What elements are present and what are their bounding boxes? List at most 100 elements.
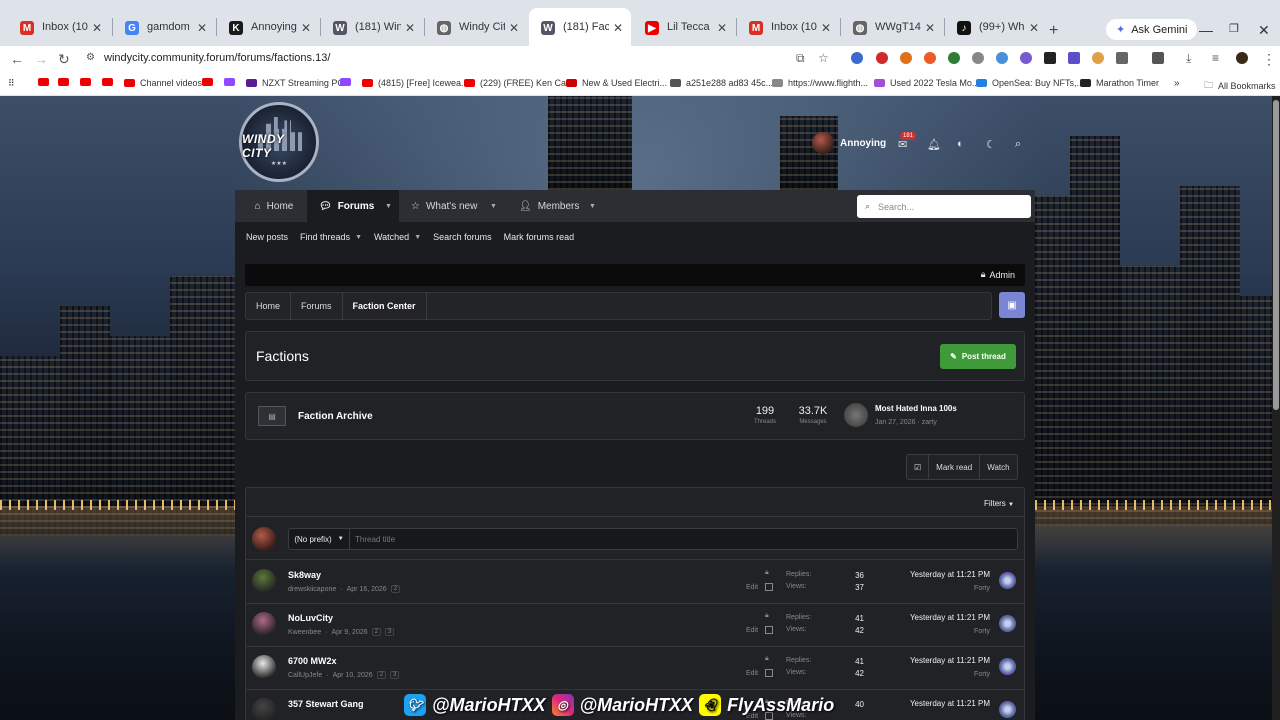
install-icon[interactable]: ⧉ xyxy=(796,51,805,66)
bookmark-item[interactable]: https://www.flighth... xyxy=(772,78,868,88)
browser-tab[interactable]: W (181) Windy Cit ✕ xyxy=(321,8,423,46)
thread-row[interactable]: 6700 MW2x CallUpJefe · Apr 10, 2026 2 3 🔒︎ Edit… xyxy=(246,647,1024,690)
bell-icon[interactable]: 🔔︎ xyxy=(927,138,941,151)
minimize-icon[interactable]: — xyxy=(1199,22,1213,38)
last-poster-avatar[interactable] xyxy=(999,615,1016,632)
whats-new-dropdown-icon[interactable]: ▼ xyxy=(490,190,497,222)
close-tab-icon[interactable]: ✕ xyxy=(197,21,207,35)
bookmark-item[interactable] xyxy=(340,78,351,86)
thread-author[interactable]: CallUpJefe xyxy=(288,672,322,679)
close-tab-icon[interactable]: ✕ xyxy=(92,21,102,35)
thread-author[interactable]: drewskiicapone xyxy=(288,586,336,593)
nav-home[interactable]: ⌂ Home xyxy=(243,190,305,222)
admin-link[interactable]: 🔒︎ Admin xyxy=(981,269,1015,280)
post-thread-button[interactable]: ✎ Post thread xyxy=(940,344,1016,369)
forward-icon[interactable]: → xyxy=(34,51,48,67)
edit-link[interactable]: Edit xyxy=(746,584,758,591)
browser-tab[interactable]: Ggamdom - Goo ✕ xyxy=(113,8,215,46)
last-poster-avatar[interactable] xyxy=(999,701,1016,718)
edit-link[interactable]: Edit xyxy=(746,670,758,677)
mark-read-button[interactable]: Mark read xyxy=(929,455,981,479)
thread-select-checkbox[interactable] xyxy=(765,583,773,591)
breadcrumb-faction-center[interactable]: Faction Center xyxy=(343,292,427,320)
profile-avatar[interactable] xyxy=(1236,52,1248,64)
thread-author-avatar[interactable] xyxy=(252,569,276,593)
subnav-find-threads[interactable]: Find threads ▼ xyxy=(300,232,362,242)
menu-icon[interactable]: ⋮ xyxy=(1262,51,1276,68)
close-window-icon[interactable]: ✕ xyxy=(1258,22,1270,39)
bookmark-item[interactable]: New & Used Electri... xyxy=(566,78,667,88)
site-info-icon[interactable]: ⚙ xyxy=(86,52,95,63)
extension-icon[interactable] xyxy=(876,52,888,64)
last-post-title[interactable]: Most Hated Inna 100s xyxy=(875,404,957,413)
bookmark-star-icon[interactable]: ☆ xyxy=(818,51,829,65)
page-link[interactable]: 2 xyxy=(371,628,381,636)
thread-title[interactable]: NoLuvCity xyxy=(288,613,333,623)
thread-select-checkbox[interactable] xyxy=(765,626,773,634)
browser-tab[interactable]: ◍ WWgT14w.web ✕ xyxy=(841,8,943,46)
all-bookmarks[interactable]: 🗀 All Bookmarks xyxy=(1204,78,1276,94)
close-tab-icon[interactable]: ✕ xyxy=(405,21,415,35)
extension-icon[interactable] xyxy=(1092,52,1104,64)
bookmark-item[interactable] xyxy=(202,78,213,86)
bookmark-item[interactable]: Used 2022 Tesla Mo... xyxy=(874,78,979,88)
last-post-author[interactable]: Forty xyxy=(974,585,990,592)
bookmark-item[interactable]: Channel videos xyxy=(124,78,202,88)
close-tab-icon[interactable]: ✕ xyxy=(717,21,727,35)
bookmark-item[interactable] xyxy=(102,78,113,86)
bookmark-item[interactable] xyxy=(224,78,235,86)
close-tab-icon[interactable]: ✕ xyxy=(613,21,623,35)
thread-author[interactable]: Kweenbee xyxy=(288,629,321,636)
ask-gemini-button[interactable]: ✦ Ask Gemini xyxy=(1106,19,1198,40)
browser-tab[interactable]: M Inbox (108,603) ✕ xyxy=(8,8,110,46)
moon-icon[interactable]: ☾ xyxy=(986,138,996,151)
download-icon[interactable]: ⤓ xyxy=(1186,51,1191,66)
more-bookmarks-icon[interactable]: » xyxy=(1174,78,1180,89)
last-post-date[interactable]: Yesterday at 11:21 PM xyxy=(910,570,990,579)
new-tab-button[interactable]: + xyxy=(1049,22,1058,40)
search-input[interactable]: ⌕ Search... xyxy=(857,195,1031,218)
close-tab-icon[interactable]: ✕ xyxy=(925,21,935,35)
browser-tab[interactable]: ♪ (99+) What buil ✕ xyxy=(945,8,1047,46)
last-poster-avatar[interactable] xyxy=(999,658,1016,675)
watch-button[interactable]: Watch xyxy=(980,455,1016,479)
last-poster-avatar[interactable] xyxy=(999,572,1016,589)
user-avatar[interactable] xyxy=(812,132,834,154)
thread-author-avatar[interactable] xyxy=(252,612,276,636)
extension-icon[interactable] xyxy=(1020,52,1032,64)
thread-title-input[interactable]: Thread title xyxy=(350,528,1018,550)
page-link[interactable]: 2 xyxy=(390,585,401,593)
prefix-select[interactable]: (No prefix) ▼ xyxy=(288,528,350,550)
bookmark-item[interactable]: a251e288 ad83 45c... xyxy=(670,78,773,88)
thread-title[interactable]: Sk8way xyxy=(288,570,321,580)
nav-members[interactable]: 👤︎ Members xyxy=(519,190,579,222)
chat-button[interactable]: ▣ xyxy=(999,292,1025,318)
close-tab-icon[interactable]: ✕ xyxy=(301,21,311,35)
browser-tab[interactable]: ▶ Lil Tecca - Ch ✕ xyxy=(633,8,735,46)
browser-tab[interactable]: M Inbox (108,603) ✕ xyxy=(737,8,839,46)
last-post-date[interactable]: Yesterday at 11:21 PM xyxy=(910,699,990,708)
subnav-search-forums[interactable]: Search forums xyxy=(433,232,492,242)
close-tab-icon[interactable]: ✕ xyxy=(1029,21,1039,35)
browser-tab[interactable]: W (181) Factions | ✕ xyxy=(529,8,631,46)
nav-whats-new[interactable]: ☆ What's new xyxy=(411,190,477,222)
thread-select-checkbox[interactable] xyxy=(765,669,773,677)
subnav-new-posts[interactable]: New posts xyxy=(246,232,288,242)
last-post-author[interactable]: Forty xyxy=(974,671,990,678)
bookmark-item[interactable]: (4815) [Free] Icewea... xyxy=(362,78,469,88)
thread-title[interactable]: 6700 MW2x xyxy=(288,656,337,666)
subnav-mark-forums-read[interactable]: Mark forums read xyxy=(504,232,575,242)
close-tab-icon[interactable]: ✕ xyxy=(509,21,519,35)
extension-icon[interactable] xyxy=(996,52,1008,64)
extension-icon[interactable] xyxy=(924,52,936,64)
thread-row[interactable]: Sk8way drewskiicapone · Apr 16, 2026 2 🔒︎ Edit… xyxy=(246,561,1024,604)
thread-author-avatar[interactable] xyxy=(252,698,276,720)
bookmark-item[interactable]: OpenSea: Buy NFTs,... xyxy=(976,78,1084,88)
bookmark-item[interactable] xyxy=(80,78,91,86)
close-tab-icon[interactable]: ✕ xyxy=(821,21,831,35)
side-panel-icon[interactable] xyxy=(1152,52,1164,64)
extensions-puzzle-icon[interactable] xyxy=(1116,52,1128,64)
bookmark-item[interactable]: Marathon Timer xyxy=(1080,78,1159,88)
edit-link[interactable]: Edit xyxy=(746,627,758,634)
page-link[interactable]: 3 xyxy=(390,671,400,679)
